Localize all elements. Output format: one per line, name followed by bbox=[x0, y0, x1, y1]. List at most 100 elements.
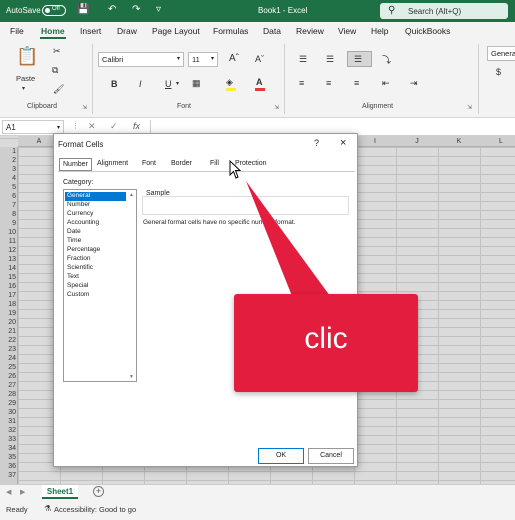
paste-button[interactable]: Paste bbox=[16, 74, 35, 83]
ribbon-separator bbox=[92, 44, 93, 114]
bold-button[interactable]: B bbox=[111, 79, 118, 89]
clipboard-launcher-icon[interactable]: ⇲ bbox=[82, 104, 87, 111]
ribbon-separator bbox=[284, 44, 285, 114]
status-ready: Ready bbox=[6, 505, 28, 514]
tab-file[interactable]: File bbox=[10, 26, 24, 36]
cut-icon[interactable]: ✂ bbox=[53, 46, 61, 57]
chevron-down-icon: ▾ bbox=[210, 56, 214, 62]
middle-align-icon[interactable]: ☰ bbox=[326, 54, 334, 65]
list-item[interactable]: Time bbox=[65, 237, 126, 246]
tab-page-layout[interactable]: Page Layout bbox=[152, 26, 200, 36]
list-item[interactable]: Custom bbox=[65, 291, 126, 300]
tab-home[interactable]: Home bbox=[41, 26, 65, 36]
tab-data[interactable]: Data bbox=[263, 26, 281, 36]
top-align-icon[interactable]: ☰ bbox=[299, 54, 307, 65]
add-sheet-button[interactable]: + bbox=[93, 486, 104, 497]
font-launcher-icon[interactable]: ⇲ bbox=[274, 104, 279, 111]
undo-icon[interactable]: ↶ bbox=[108, 4, 116, 15]
insert-function-button[interactable]: fx bbox=[133, 121, 140, 131]
sheet-tab-bar: ◀ ▶ Sheet1 + bbox=[0, 484, 515, 500]
increase-font-size-icon[interactable]: Aˆ bbox=[229, 53, 239, 64]
borders-icon[interactable]: ▦ bbox=[192, 78, 201, 89]
font-name-select[interactable]: Calibri ▾ bbox=[98, 52, 184, 67]
name-box[interactable]: A1 ▾ bbox=[2, 120, 64, 134]
tab-fill[interactable]: Fill bbox=[210, 158, 219, 171]
document-title: Book1 - Excel bbox=[258, 6, 308, 15]
list-item[interactable]: Scientific bbox=[65, 264, 126, 273]
accessibility-icon: ⚗ bbox=[44, 504, 52, 513]
align-center-icon[interactable]: ≡ bbox=[326, 78, 331, 88]
cancel-entry-icon[interactable]: ✕ bbox=[88, 121, 96, 132]
search-placeholder: Search (Alt+Q) bbox=[408, 7, 462, 16]
prev-sheet-icon[interactable]: ◀ bbox=[6, 488, 11, 496]
customize-toolbar-icon[interactable]: ▿ bbox=[156, 4, 161, 15]
list-item[interactable]: Percentage bbox=[65, 246, 126, 255]
category-label: Category: bbox=[63, 179, 94, 186]
confirm-entry-icon[interactable]: ✓ bbox=[110, 121, 118, 132]
align-left-icon[interactable]: ≡ bbox=[299, 78, 304, 88]
fill-color-icon[interactable]: ◈ bbox=[226, 77, 233, 88]
list-item[interactable]: Fraction bbox=[65, 255, 126, 264]
copy-icon[interactable]: ⧉ bbox=[52, 65, 58, 76]
click-callout: clic bbox=[234, 294, 418, 392]
format-painter-icon[interactable]: 🖌 bbox=[53, 84, 64, 95]
sheet-tab-sheet1[interactable]: Sheet1 bbox=[42, 485, 78, 499]
scroll-down-icon[interactable]: ▼ bbox=[129, 374, 134, 380]
decrease-indent-icon[interactable]: ⇤ bbox=[382, 78, 390, 89]
tab-view[interactable]: View bbox=[338, 26, 356, 36]
increase-indent-icon[interactable]: ⇥ bbox=[410, 78, 418, 89]
tab-alignment[interactable]: Alignment bbox=[97, 158, 128, 171]
underline-dropdown-icon[interactable]: ▾ bbox=[176, 80, 179, 87]
number-format-select[interactable]: General bbox=[487, 46, 515, 61]
tab-quickbooks[interactable]: QuickBooks bbox=[405, 26, 450, 36]
redo-icon[interactable]: ↷ bbox=[132, 4, 140, 15]
alignment-group-label: Alignment bbox=[362, 103, 394, 110]
alignment-launcher-icon[interactable]: ⇲ bbox=[467, 104, 472, 111]
paste-icon[interactable]: 📋 bbox=[16, 46, 38, 67]
tab-divider bbox=[58, 171, 355, 172]
formula-input[interactable] bbox=[150, 120, 513, 134]
accessibility-status[interactable]: Accessibility: Good to go bbox=[54, 505, 136, 514]
list-item[interactable]: Text bbox=[65, 273, 126, 282]
scroll-up-icon[interactable]: ▲ bbox=[129, 192, 134, 198]
tab-review[interactable]: Review bbox=[296, 26, 324, 36]
font-color-icon[interactable]: A bbox=[256, 77, 263, 87]
list-item[interactable]: Special bbox=[65, 282, 126, 291]
tab-help[interactable]: Help bbox=[371, 26, 388, 36]
tab-number[interactable]: Number bbox=[59, 158, 92, 171]
format-description: General format cells have no specific nu… bbox=[143, 219, 296, 226]
font-color-swatch bbox=[255, 88, 265, 91]
next-sheet-icon[interactable]: ▶ bbox=[20, 488, 25, 496]
decrease-font-size-icon[interactable]: Aˇ bbox=[255, 54, 264, 64]
paste-dropdown-icon[interactable]: ▾ bbox=[22, 85, 25, 92]
ok-button[interactable]: OK bbox=[258, 448, 304, 464]
list-item[interactable]: Date bbox=[65, 228, 126, 237]
close-icon[interactable]: × bbox=[340, 137, 346, 149]
autosave-toggle[interactable]: Off bbox=[42, 5, 66, 16]
tab-draw[interactable]: Draw bbox=[117, 26, 137, 36]
tab-insert[interactable]: Insert bbox=[80, 26, 101, 36]
list-item[interactable]: Accounting bbox=[65, 219, 126, 228]
search-input[interactable]: ⚲ Search (Alt+Q) bbox=[380, 3, 508, 19]
font-size-select[interactable]: 11 ▾ bbox=[188, 52, 218, 67]
tab-border[interactable]: Border bbox=[171, 158, 192, 171]
help-button[interactable]: ? bbox=[314, 138, 319, 148]
list-item[interactable]: Number bbox=[65, 201, 126, 210]
chevron-down-icon: ▾ bbox=[176, 56, 180, 62]
save-icon[interactable]: 💾 bbox=[77, 4, 89, 15]
cancel-button[interactable]: Cancel bbox=[308, 448, 354, 464]
list-item[interactable]: Currency bbox=[65, 210, 126, 219]
align-right-icon[interactable]: ≡ bbox=[354, 78, 359, 88]
italic-button[interactable]: I bbox=[139, 79, 142, 89]
tab-font[interactable]: Font bbox=[142, 158, 156, 171]
list-item[interactable]: General bbox=[65, 192, 126, 201]
category-list[interactable]: General Number Currency Accounting Date … bbox=[63, 189, 137, 382]
ribbon-separator bbox=[478, 44, 479, 114]
orientation-icon[interactable]: ⤵ bbox=[382, 53, 391, 66]
status-bar: Ready ⚗ Accessibility: Good to go bbox=[0, 500, 515, 520]
currency-button[interactable]: $ bbox=[496, 67, 501, 77]
underline-button[interactable]: U bbox=[165, 79, 172, 89]
active-tab-indicator bbox=[40, 37, 66, 39]
tab-formulas[interactable]: Formulas bbox=[213, 26, 248, 36]
mouse-cursor-icon bbox=[229, 160, 242, 179]
